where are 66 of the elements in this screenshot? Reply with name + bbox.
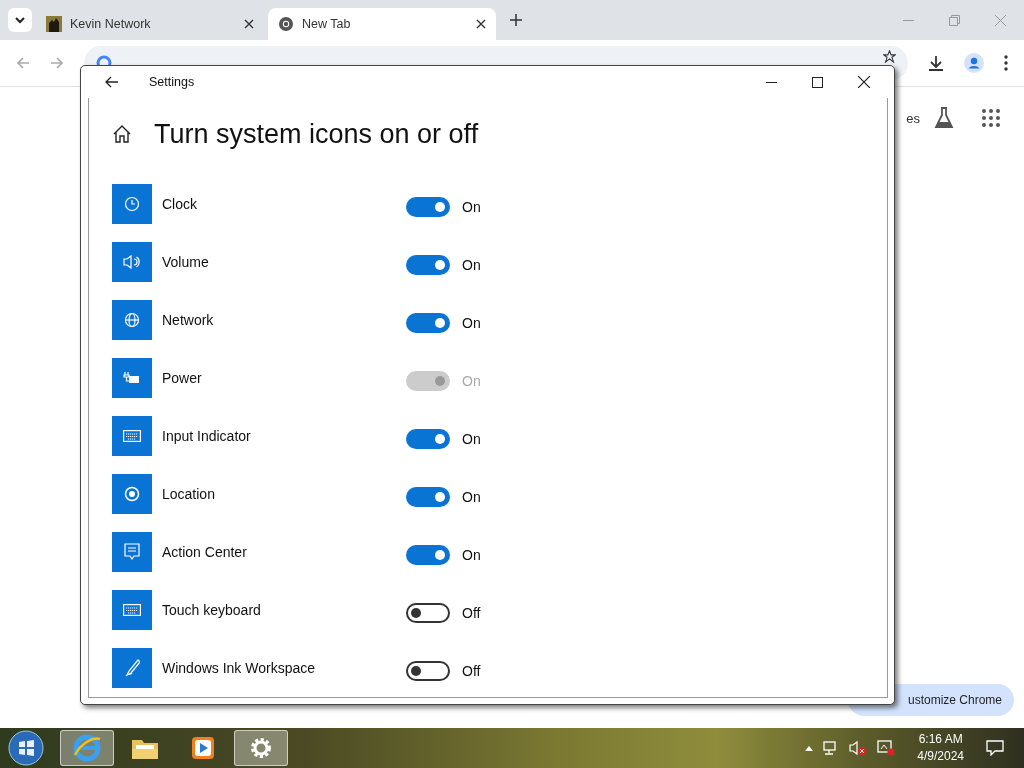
clock-icon <box>124 196 140 212</box>
setting-label: Action Center <box>161 544 248 560</box>
tab-search-button[interactable] <box>8 8 32 32</box>
profile-icon[interactable] <box>964 53 984 73</box>
flask-icon[interactable] <box>934 107 954 129</box>
toggle-switch[interactable] <box>406 197 450 217</box>
apps-grid-icon[interactable] <box>982 109 1000 127</box>
toggle-state-label: On <box>462 431 481 447</box>
setting-label: Network <box>161 312 215 328</box>
site-favicon-icon <box>46 16 62 32</box>
setting-label: Power <box>161 370 203 386</box>
toggle-state-label: On <box>462 547 481 563</box>
home-icon[interactable] <box>112 125 132 143</box>
start-button[interactable] <box>8 730 44 766</box>
download-icon[interactable] <box>928 55 944 71</box>
back-icon[interactable] <box>105 76 119 88</box>
toggle-switch[interactable] <box>406 313 450 333</box>
clock-time: 6:16 AM <box>918 731 963 748</box>
toggle-state-label: On <box>462 257 481 273</box>
battery-plug-icon <box>123 371 141 385</box>
toggle-switch[interactable] <box>406 545 450 565</box>
toggle-switch[interactable] <box>406 487 450 507</box>
toggle-switch[interactable] <box>406 603 450 623</box>
toggle-state-label: Off <box>462 605 481 621</box>
toggle-state-label: On <box>462 373 481 389</box>
close-tab-icon[interactable] <box>244 19 254 29</box>
keyboard-icon <box>123 430 141 442</box>
setting-label: Input Indicator <box>161 428 252 444</box>
gear-icon <box>248 735 274 761</box>
show-hidden-icons-icon[interactable] <box>805 745 814 751</box>
star-icon[interactable] <box>883 50 896 63</box>
close-icon[interactable] <box>858 76 870 88</box>
message-icon <box>124 543 140 561</box>
toggle-switch[interactable] <box>406 661 450 681</box>
toggle-state-label: On <box>462 489 481 505</box>
setting-label: Location <box>161 486 216 502</box>
notification-icon[interactable] <box>986 740 1004 756</box>
location-icon <box>124 486 140 502</box>
browser-tab[interactable]: Kevin Network <box>36 8 264 40</box>
setting-label: Volume <box>161 254 210 270</box>
maximize-icon[interactable] <box>812 76 823 88</box>
toggle-state-label: Off <box>462 663 481 679</box>
close-tab-icon[interactable] <box>476 19 486 29</box>
setting-label: Clock <box>161 196 198 212</box>
toggle-state-label: On <box>462 199 481 215</box>
globe-e-icon <box>72 733 102 763</box>
keyboard-icon <box>123 604 141 616</box>
chrome-icon <box>278 16 294 32</box>
monitor-alert-icon[interactable] <box>877 740 896 756</box>
muted-speaker-icon[interactable] <box>849 740 868 756</box>
new-tab-icon[interactable] <box>510 14 522 26</box>
speaker-icon <box>123 254 141 270</box>
pen-icon <box>124 659 140 677</box>
menu-icon[interactable] <box>1004 55 1008 71</box>
setting-label: Windows Ink Workspace <box>161 660 316 676</box>
globe-icon <box>124 312 140 328</box>
clock-date: 4/9/2024 <box>917 748 964 765</box>
page-heading: Turn system icons on or off <box>154 118 479 150</box>
setting-label: Touch keyboard <box>161 602 262 618</box>
window-title: Settings <box>149 75 195 89</box>
toggle-switch[interactable] <box>406 429 450 449</box>
chevron-down-icon <box>14 16 26 24</box>
browser-tab[interactable]: New Tab <box>268 8 496 40</box>
images-link[interactable]: es <box>906 110 920 126</box>
toggle-state-label: On <box>462 315 481 331</box>
toggle-switch[interactable] <box>406 255 450 275</box>
